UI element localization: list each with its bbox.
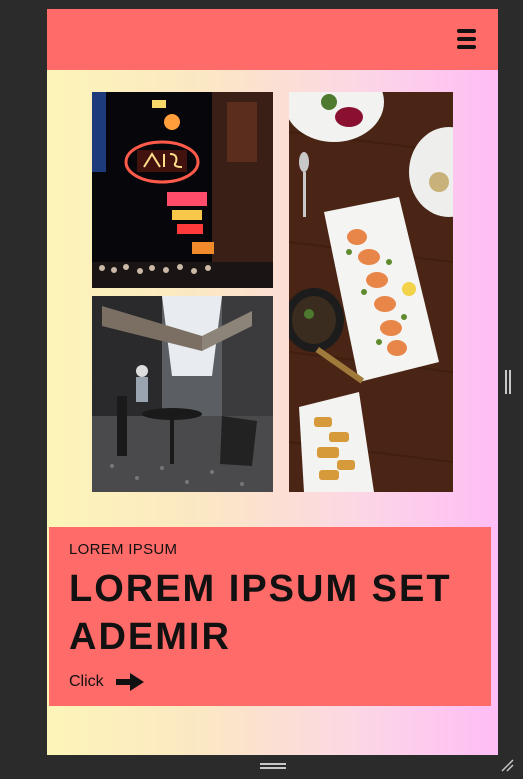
hamburger-line: [457, 29, 476, 33]
hamburger-menu-icon[interactable]: [457, 29, 477, 49]
hamburger-line: [457, 45, 476, 49]
hamburger-line: [457, 37, 476, 41]
vertical-resize-handle[interactable]: [505, 370, 511, 394]
promo-card: LOREM IPSUM LOREM IPSUM SET ADEMIR Click: [49, 527, 491, 706]
card-eyebrow: LOREM IPSUM: [69, 541, 178, 558]
cafe-alley-outdoor-seating-photo: [92, 296, 273, 492]
horizontal-resize-handle[interactable]: [260, 763, 286, 769]
click-label: Click: [69, 673, 104, 690]
page: LOREM IPSUM LOREM IPSUM SET ADEMIR Click: [47, 9, 498, 755]
right-arrow-icon: [115, 673, 144, 691]
stage-neon-sign-street-photo: [92, 92, 273, 288]
shrimp-platter-dinner-table-photo: [289, 92, 453, 492]
resize-grip-icon[interactable]: [500, 758, 514, 772]
top-navbar: [47, 9, 498, 70]
card-headline: LOREM IPSUM SET ADEMIR: [69, 568, 452, 658]
click-button[interactable]: Click: [69, 673, 144, 691]
